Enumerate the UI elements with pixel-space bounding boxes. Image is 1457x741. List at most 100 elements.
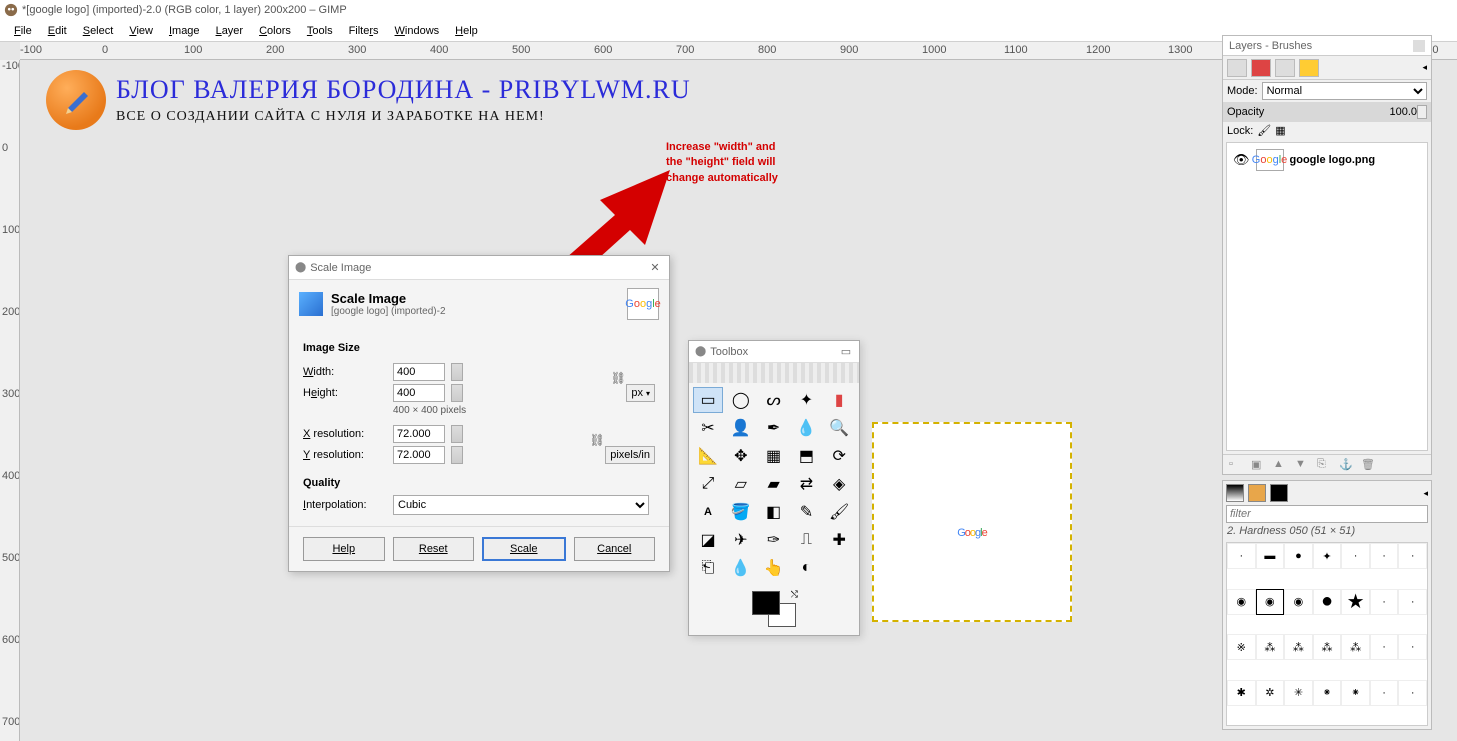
- tab-brushes-icon[interactable]: [1226, 484, 1244, 502]
- chain-link-icon[interactable]: ⛓: [610, 360, 626, 396]
- tool-color-picker[interactable]: 💧: [791, 415, 821, 441]
- height-spinner[interactable]: [451, 384, 463, 402]
- minimize-icon[interactable]: ▭: [839, 345, 853, 358]
- brush-item[interactable]: ✦: [1313, 543, 1342, 569]
- tool-align[interactable]: ▦: [759, 443, 789, 469]
- toolbox-titlebar[interactable]: ⬤ Toolbox ▭: [689, 341, 859, 363]
- dialog-titlebar[interactable]: ⬤ Scale Image ✕: [289, 256, 669, 280]
- tab-menu-icon[interactable]: ◂: [1422, 62, 1427, 73]
- menu-windows[interactable]: Windows: [387, 22, 448, 40]
- tool-pencil[interactable]: ✎: [791, 499, 821, 525]
- tab-patterns-icon[interactable]: [1248, 484, 1266, 502]
- anchor-layer-icon[interactable]: ⚓: [1339, 458, 1353, 472]
- brush-filter-input[interactable]: [1226, 505, 1428, 523]
- brush-item[interactable]: ◉: [1284, 589, 1313, 615]
- brush-item[interactable]: ⁂: [1341, 634, 1370, 660]
- tab-layers-icon[interactable]: [1227, 59, 1247, 77]
- interpolation-select[interactable]: Cubic: [393, 495, 649, 515]
- tool-paintbrush[interactable]: 🖌: [824, 499, 854, 525]
- tab-paths-icon[interactable]: [1275, 59, 1295, 77]
- menu-file[interactable]: File: [6, 22, 40, 40]
- res-unit-dropdown[interactable]: pixels/in: [605, 446, 655, 464]
- brush-item[interactable]: ●: [1313, 589, 1342, 615]
- scale-button[interactable]: Scale: [482, 537, 566, 561]
- help-button[interactable]: Help: [303, 537, 385, 561]
- reset-button[interactable]: Reset: [393, 537, 475, 561]
- brush-item[interactable]: ⁕: [1341, 680, 1370, 706]
- tool-smudge[interactable]: 👆: [759, 555, 789, 581]
- brush-item[interactable]: ·: [1398, 543, 1427, 569]
- brush-item[interactable]: ※: [1227, 634, 1256, 660]
- menu-colors[interactable]: Colors: [251, 22, 299, 40]
- swap-colors-icon[interactable]: ⤭: [791, 589, 798, 600]
- toolbox-handle[interactable]: [689, 363, 859, 383]
- brush-item[interactable]: ●: [1284, 543, 1313, 569]
- tool-blend[interactable]: ◧: [759, 499, 789, 525]
- menu-image[interactable]: Image: [161, 22, 208, 40]
- tool-rotate[interactable]: ⟳: [824, 443, 854, 469]
- layer-down-icon[interactable]: ▼: [1295, 458, 1309, 472]
- brush-item[interactable]: ◉: [1256, 589, 1285, 615]
- brush-item[interactable]: ·: [1341, 543, 1370, 569]
- tab-undo-icon[interactable]: [1299, 59, 1319, 77]
- tool-ellipse-select[interactable]: ◯: [726, 387, 756, 413]
- menu-tools[interactable]: Tools: [299, 22, 341, 40]
- fg-color[interactable]: [752, 591, 780, 615]
- size-unit-dropdown[interactable]: px▾: [626, 384, 655, 402]
- xres-spinner[interactable]: [451, 425, 463, 443]
- tool-ink[interactable]: ✑: [759, 527, 789, 553]
- menu-layer[interactable]: Layer: [208, 22, 252, 40]
- brush-menu-icon[interactable]: ◂: [1423, 488, 1428, 499]
- tool-flip[interactable]: ⇄: [791, 471, 821, 497]
- tool-scissors[interactable]: ✂: [693, 415, 723, 441]
- brush-item[interactable]: ·: [1370, 543, 1399, 569]
- tool-bucket[interactable]: 🪣: [726, 499, 756, 525]
- tool-measure[interactable]: 📐: [693, 443, 723, 469]
- brush-item[interactable]: ★: [1341, 589, 1370, 615]
- cancel-button[interactable]: Cancel: [574, 537, 656, 561]
- menu-edit[interactable]: Edit: [40, 22, 75, 40]
- brush-item[interactable]: ·: [1370, 589, 1399, 615]
- new-layer-icon[interactable]: ▫: [1229, 458, 1243, 472]
- close-icon[interactable]: ✕: [647, 261, 663, 274]
- delete-layer-icon[interactable]: 🗑: [1361, 458, 1375, 472]
- visibility-icon[interactable]: 👁: [1233, 152, 1250, 168]
- yres-input[interactable]: [393, 446, 445, 464]
- brush-item[interactable]: ·: [1398, 634, 1427, 660]
- layers-titlebar[interactable]: Layers - Brushes: [1223, 36, 1431, 56]
- brush-item[interactable]: ✲: [1256, 680, 1285, 706]
- brush-item[interactable]: ✳: [1284, 680, 1313, 706]
- layer-item[interactable]: 👁 Google google logo.png: [1231, 147, 1423, 173]
- tool-fuzzy-select[interactable]: ✦: [791, 387, 821, 413]
- tab-gradients-icon[interactable]: [1270, 484, 1288, 502]
- brush-item[interactable]: ⁂: [1313, 634, 1342, 660]
- brush-item[interactable]: ·: [1398, 589, 1427, 615]
- height-input[interactable]: [393, 384, 445, 402]
- menu-view[interactable]: View: [121, 22, 161, 40]
- brush-item[interactable]: ▬: [1256, 543, 1285, 569]
- tool-foreground[interactable]: 👤: [726, 415, 756, 441]
- layer-group-icon[interactable]: ▣: [1251, 458, 1265, 472]
- tool-dodge[interactable]: ◐: [791, 555, 821, 581]
- brush-item[interactable]: ⁂: [1256, 634, 1285, 660]
- tool-shear[interactable]: ▱: [726, 471, 756, 497]
- tool-airbrush[interactable]: ✈: [726, 527, 756, 553]
- tab-channels-icon[interactable]: [1251, 59, 1271, 77]
- brush-item[interactable]: ·: [1227, 543, 1256, 569]
- menu-filters[interactable]: Filters: [341, 22, 387, 40]
- xres-input[interactable]: [393, 425, 445, 443]
- tool-text[interactable]: A: [693, 499, 723, 525]
- brush-item[interactable]: ·: [1370, 680, 1399, 706]
- tool-eraser[interactable]: ◪: [693, 527, 723, 553]
- tool-free-select[interactable]: ᔕ: [759, 387, 789, 413]
- menu-help[interactable]: Help: [447, 22, 486, 40]
- duplicate-layer-icon[interactable]: ⎘: [1317, 458, 1331, 472]
- tool-rect-select[interactable]: ▭: [693, 387, 723, 413]
- tool-scale[interactable]: ⤢: [693, 471, 723, 497]
- tool-crop[interactable]: ⬒: [791, 443, 821, 469]
- tool-cage[interactable]: ◈: [824, 471, 854, 497]
- brush-item[interactable]: ◉: [1227, 589, 1256, 615]
- width-input[interactable]: [393, 363, 445, 381]
- brush-item[interactable]: ⁂: [1284, 634, 1313, 660]
- layer-up-icon[interactable]: ▲: [1273, 458, 1287, 472]
